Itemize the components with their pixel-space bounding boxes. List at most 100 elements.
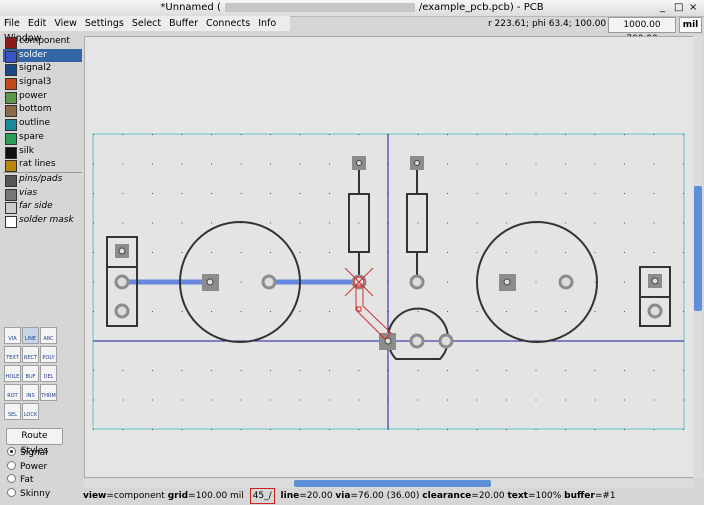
layer-swatch [5, 202, 17, 215]
arc-tool-button[interactable]: ARC [40, 327, 57, 344]
round-pad [114, 274, 130, 290]
minimize-button[interactable]: _ [660, 2, 665, 13]
rotate-tool-button[interactable]: ROT [4, 384, 21, 401]
menu-connects[interactable]: Connects [202, 16, 254, 31]
grid-dot [240, 399, 242, 401]
route-style-signal[interactable]: Signal [7, 447, 50, 461]
vertical-scrollbar[interactable] [693, 36, 703, 478]
pad-hole [206, 278, 214, 286]
layer-component[interactable]: component [3, 35, 82, 49]
grid-dot [476, 429, 478, 430]
rect-tool-button[interactable]: RECT [22, 346, 39, 363]
grid-dot [417, 370, 419, 371]
pad-hole [651, 277, 659, 285]
route-styles-button[interactable]: Route Styles [6, 428, 63, 456]
layer-solder-mask[interactable]: solder mask [3, 214, 82, 228]
grid-dot [152, 134, 153, 135]
layer-power[interactable]: power [3, 90, 82, 104]
menu-bar: File Edit View Settings Select Buffer Connects… [0, 16, 290, 44]
grid-dot [565, 399, 566, 401]
thermal-tool-button[interactable]: THRM [40, 384, 57, 401]
grid-dot [329, 399, 330, 401]
line-tool-button[interactable]: LINE [22, 327, 39, 344]
close-button[interactable]: × [689, 2, 697, 13]
route-style-skinny[interactable]: Skinny [7, 487, 50, 502]
poly-tool-button[interactable]: POLY [40, 346, 57, 363]
menu-edit[interactable]: Edit [24, 16, 50, 31]
grid-dot [447, 281, 448, 283]
grid-dot [329, 311, 330, 312]
layer-rat-lines[interactable]: rat lines [3, 158, 82, 173]
route-style-fat[interactable]: Fat [7, 474, 50, 488]
grid-dot [683, 252, 684, 253]
delete-tool-button[interactable]: DEL [40, 365, 57, 382]
grid-dot [476, 399, 478, 401]
grid-dot [93, 311, 94, 312]
grid-dot [683, 311, 684, 312]
menu-settings[interactable]: Settings [81, 16, 128, 31]
grid-dot [565, 222, 566, 224]
layer-bottom[interactable]: bottom [3, 103, 82, 118]
layer-outline[interactable]: outline [3, 117, 82, 132]
layer-vias[interactable]: vias [3, 187, 82, 201]
grid-dot [624, 399, 625, 401]
horizontal-scroll-thumb[interactable] [294, 480, 491, 487]
layer-label: bottom [19, 104, 52, 115]
insert-tool-button[interactable]: INS [22, 384, 39, 401]
pcb-canvas[interactable] [84, 36, 694, 478]
layer-label: outline [19, 118, 50, 129]
grid-dot [358, 134, 360, 135]
grid-dot [594, 163, 596, 165]
menu-buffer[interactable]: Buffer [165, 16, 202, 31]
layer-silk[interactable]: silk [3, 145, 82, 159]
menu-file[interactable]: File [0, 16, 24, 31]
text-tool-button[interactable]: TEXT [4, 346, 21, 363]
hole-tool-button[interactable]: HOLE [4, 365, 21, 382]
vertical-scroll-thumb[interactable] [694, 186, 702, 311]
layer-solder[interactable]: solder [3, 48, 82, 63]
grid-dot [152, 399, 153, 401]
layer-pins-pads[interactable]: pins/pads [3, 171, 82, 187]
grid-dot [447, 370, 448, 371]
grid-dot [506, 311, 507, 312]
title-bar: *Unnamed (/example_pcb.pcb) - PCB _ □ × [0, 0, 704, 17]
grid-dot [329, 429, 330, 430]
select-tool-button[interactable]: SEL [4, 403, 21, 420]
layer-label: rat lines [19, 159, 56, 170]
grid-dot [447, 163, 448, 165]
horizontal-scrollbar[interactable] [84, 479, 694, 488]
grid-dot [653, 222, 655, 224]
menu-info[interactable]: Info [254, 16, 280, 31]
layer-swatch [5, 50, 17, 63]
grid-dot [211, 163, 212, 165]
grid-dot [181, 134, 183, 135]
grid-dot [653, 429, 655, 430]
menu-select[interactable]: Select [128, 16, 165, 31]
menu-view[interactable]: View [50, 16, 81, 31]
window-title-right: /example_pcb.pcb) - PCB [418, 2, 544, 13]
grid-dot [329, 370, 330, 371]
grid-dot [565, 429, 566, 430]
route-style-power[interactable]: Power [7, 460, 50, 475]
lock-tool-button[interactable]: LOCK [22, 403, 39, 420]
grid-dot [299, 193, 301, 194]
unit-toggle-button[interactable]: mil [679, 17, 702, 33]
grid-dot [152, 311, 153, 312]
layer-far-side[interactable]: far side [3, 200, 82, 215]
grid-dot [476, 252, 478, 253]
buffer-tool-button[interactable]: BUF [22, 365, 39, 382]
layer-spare[interactable]: spare [3, 131, 82, 145]
grid-dot [653, 370, 655, 371]
layer-swatch [5, 105, 17, 118]
grid-dot [535, 252, 537, 253]
via-tool-button[interactable]: VIA [4, 327, 21, 344]
grid-dot [122, 163, 124, 165]
maximize-button[interactable]: □ [674, 2, 683, 13]
grid-dot [181, 429, 183, 430]
grid-dot [181, 311, 183, 312]
layer-signal2[interactable]: signal2 [3, 62, 82, 77]
layer-signal3[interactable]: signal3 [3, 76, 82, 91]
grid-dot [329, 222, 330, 224]
grid-dot [152, 429, 153, 430]
layer-label: silk [19, 145, 34, 156]
